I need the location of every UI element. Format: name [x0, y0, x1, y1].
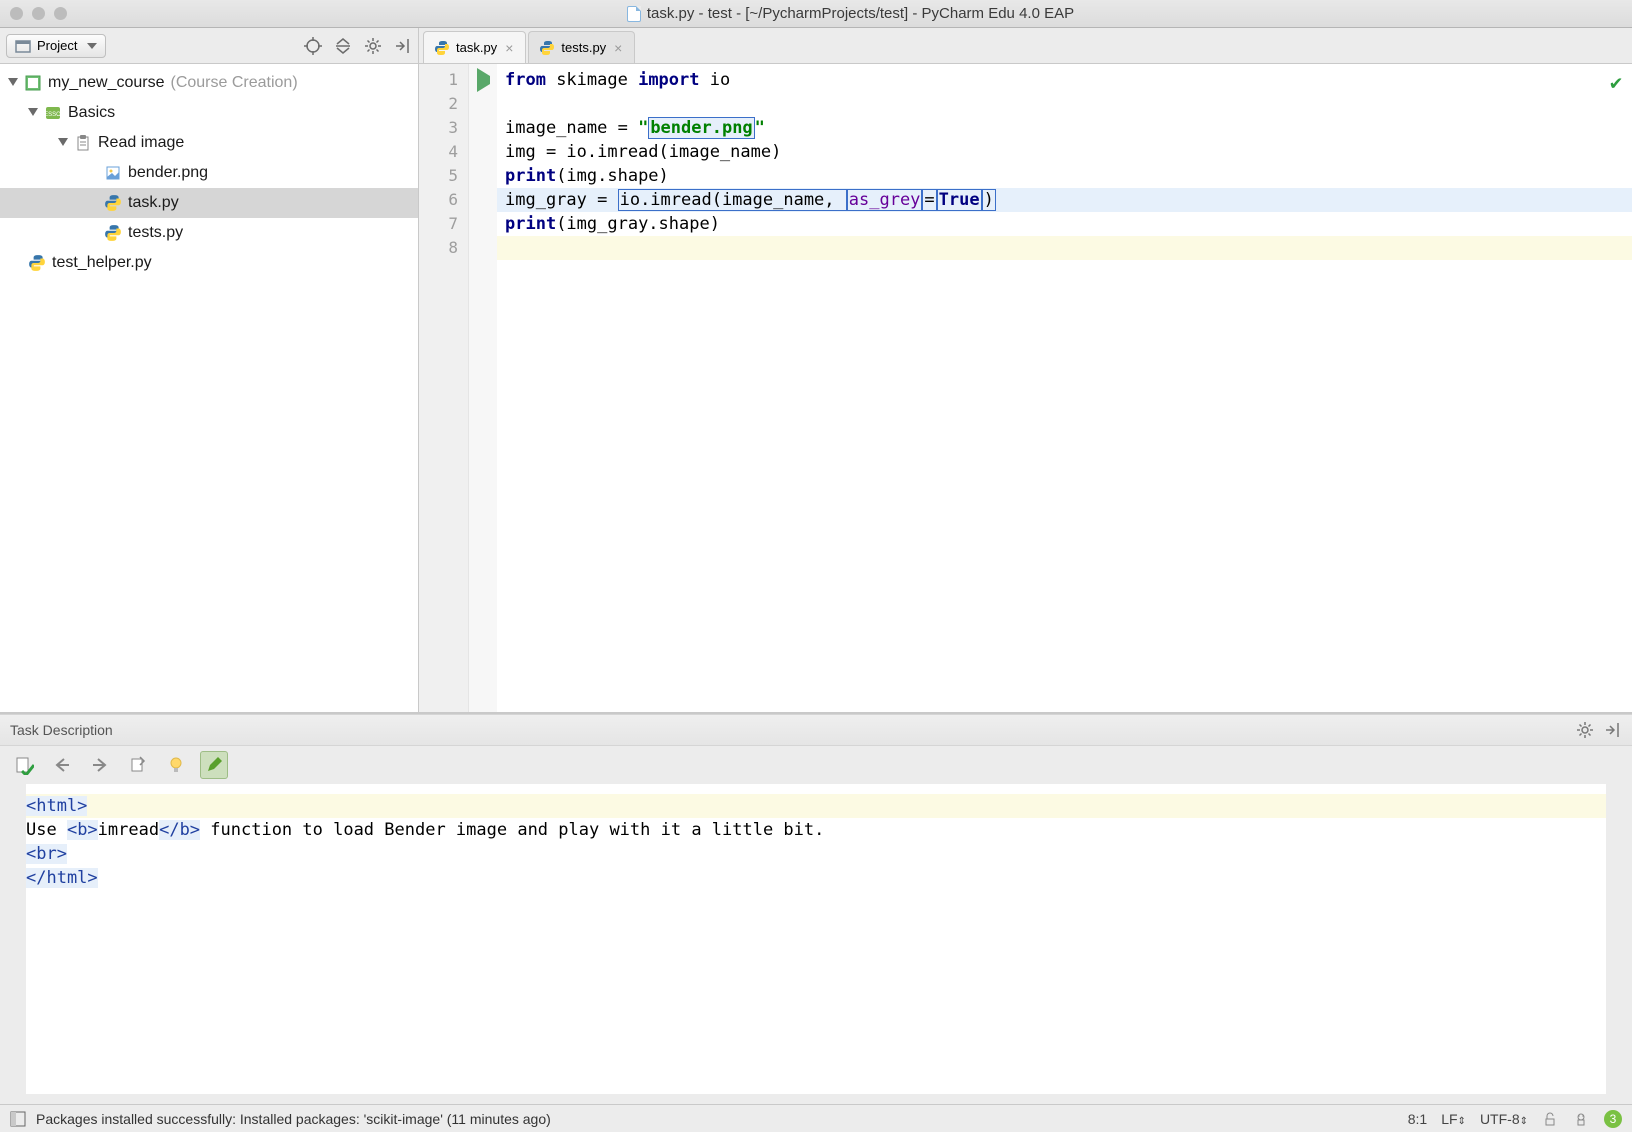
code-line[interactable]: image_name = "bender.png" [497, 116, 1632, 140]
svg-text:LESSON: LESSON [44, 112, 62, 118]
html-tag: <br> [26, 844, 67, 864]
project-view-button[interactable]: Project [6, 34, 106, 58]
html-tag: </b> [159, 820, 200, 840]
code-editor[interactable]: 12345678 ✔ from skimage import io image_n… [419, 64, 1632, 712]
event-count-badge[interactable]: 3 [1604, 1110, 1622, 1128]
close-window-icon[interactable] [10, 7, 23, 20]
tree-label: task.py [128, 194, 179, 212]
hint-button[interactable] [162, 751, 190, 779]
tree-task[interactable]: Read image [0, 128, 418, 158]
tree-note: (Course Creation) [171, 74, 298, 92]
encoding[interactable]: UTF-8⇕ [1480, 1111, 1528, 1127]
task-panel-header: Task Description [0, 714, 1632, 746]
code-line[interactable]: print(img.shape) [497, 164, 1632, 188]
tree-label: Basics [68, 104, 115, 122]
code-line[interactable] [497, 92, 1632, 116]
edit-button[interactable] [200, 751, 228, 779]
tree-label: bender.png [128, 164, 208, 182]
run-gutter [469, 64, 497, 712]
code-line[interactable]: img = io.imread(image_name) [497, 140, 1632, 164]
tree-lesson[interactable]: LESSON Basics [0, 98, 418, 128]
check-icon: ✔ [1610, 70, 1622, 94]
collapse-icon[interactable] [334, 37, 352, 55]
prev-button[interactable] [48, 751, 76, 779]
python-file-icon [104, 194, 122, 212]
minimize-window-icon[interactable] [32, 7, 45, 20]
window-layout-icon[interactable] [10, 1111, 26, 1127]
run-icon[interactable] [477, 68, 490, 92]
tab-label: tests.py [561, 40, 606, 55]
task-panel-title: Task Description [10, 722, 113, 738]
tree-label: tests.py [128, 224, 183, 242]
python-file-icon [104, 224, 122, 242]
code-line[interactable]: print(img_gray.shape) [497, 212, 1632, 236]
editor-tabs: task.py × tests.py × [419, 28, 637, 63]
line-gutter: 12345678 [419, 64, 469, 712]
html-tag: </html> [26, 868, 98, 888]
zoom-window-icon[interactable] [54, 7, 67, 20]
cursor-position[interactable]: 8:1 [1408, 1111, 1427, 1127]
task-panel: Task Description <html> Use <b>imread</b… [0, 714, 1632, 1104]
titlebar: task.py - test - [~/PycharmProjects/test… [0, 0, 1632, 28]
python-file-icon [28, 254, 46, 272]
course-icon [24, 74, 42, 92]
code-line[interactable]: from skimage import io [497, 68, 1632, 92]
code-area[interactable]: ✔ from skimage import io image_name = "be… [497, 64, 1632, 712]
lock-icon[interactable] [1542, 1111, 1558, 1127]
lesson-icon: LESSON [44, 104, 62, 122]
project-tree[interactable]: my_new_course (Course Creation) LESSON B… [0, 64, 419, 712]
close-icon[interactable]: × [505, 40, 513, 56]
close-icon[interactable]: × [614, 40, 622, 56]
status-bar: Packages installed successfully: Install… [0, 1104, 1632, 1132]
hide-icon[interactable] [394, 37, 412, 55]
window-title: task.py - test - [~/PycharmProjects/test… [79, 5, 1622, 22]
main-area: my_new_course (Course Creation) LESSON B… [0, 64, 1632, 712]
code-line[interactable] [497, 236, 1632, 260]
html-tag: <b> [67, 820, 98, 840]
text: imread [98, 820, 159, 840]
status-message: Packages installed successfully: Install… [36, 1111, 551, 1127]
inspector-icon[interactable] [1572, 1110, 1590, 1128]
text: function to load Bender image and play w… [200, 820, 824, 840]
tab-task-py[interactable]: task.py × [423, 31, 526, 63]
gear-icon[interactable] [364, 37, 382, 55]
task-description-body[interactable]: <html> Use <b>imread</b> function to loa… [26, 784, 1606, 1094]
line-separator[interactable]: LF⇕ [1441, 1111, 1466, 1127]
project-icon [15, 38, 31, 54]
tree-label: my_new_course [48, 74, 165, 92]
tree-label: Read image [98, 134, 184, 152]
window-controls [10, 7, 67, 20]
python-file-icon [539, 40, 555, 56]
file-icon [627, 6, 641, 22]
tree-label: test_helper.py [52, 254, 152, 272]
task-toolbar [0, 746, 1632, 784]
tab-label: task.py [456, 40, 497, 55]
check-task-button[interactable] [10, 751, 38, 779]
hide-icon[interactable] [1604, 721, 1622, 739]
gear-icon[interactable] [1576, 721, 1594, 739]
tree-file-tests[interactable]: tests.py [0, 218, 418, 248]
next-button[interactable] [86, 751, 114, 779]
chevron-down-icon [87, 43, 97, 49]
toolbar-row: Project task.py × tests.py × [0, 28, 1632, 64]
tab-tests-py[interactable]: tests.py × [528, 31, 635, 63]
code-line[interactable]: img_gray = io.imread(image_name, as_grey… [497, 188, 1632, 212]
refresh-button[interactable] [124, 751, 152, 779]
tree-file-bender[interactable]: bender.png [0, 158, 418, 188]
tree-root[interactable]: my_new_course (Course Creation) [0, 68, 418, 98]
image-file-icon [104, 164, 122, 182]
tree-file-helper[interactable]: test_helper.py [0, 248, 418, 278]
html-tag: <html> [26, 796, 87, 816]
clipboard-icon [74, 134, 92, 152]
text: Use [26, 820, 67, 840]
project-view-label: Project [37, 38, 77, 53]
tree-file-task[interactable]: task.py [0, 188, 418, 218]
project-toolbar: Project [0, 28, 419, 63]
target-icon[interactable] [304, 37, 322, 55]
python-file-icon [434, 40, 450, 56]
